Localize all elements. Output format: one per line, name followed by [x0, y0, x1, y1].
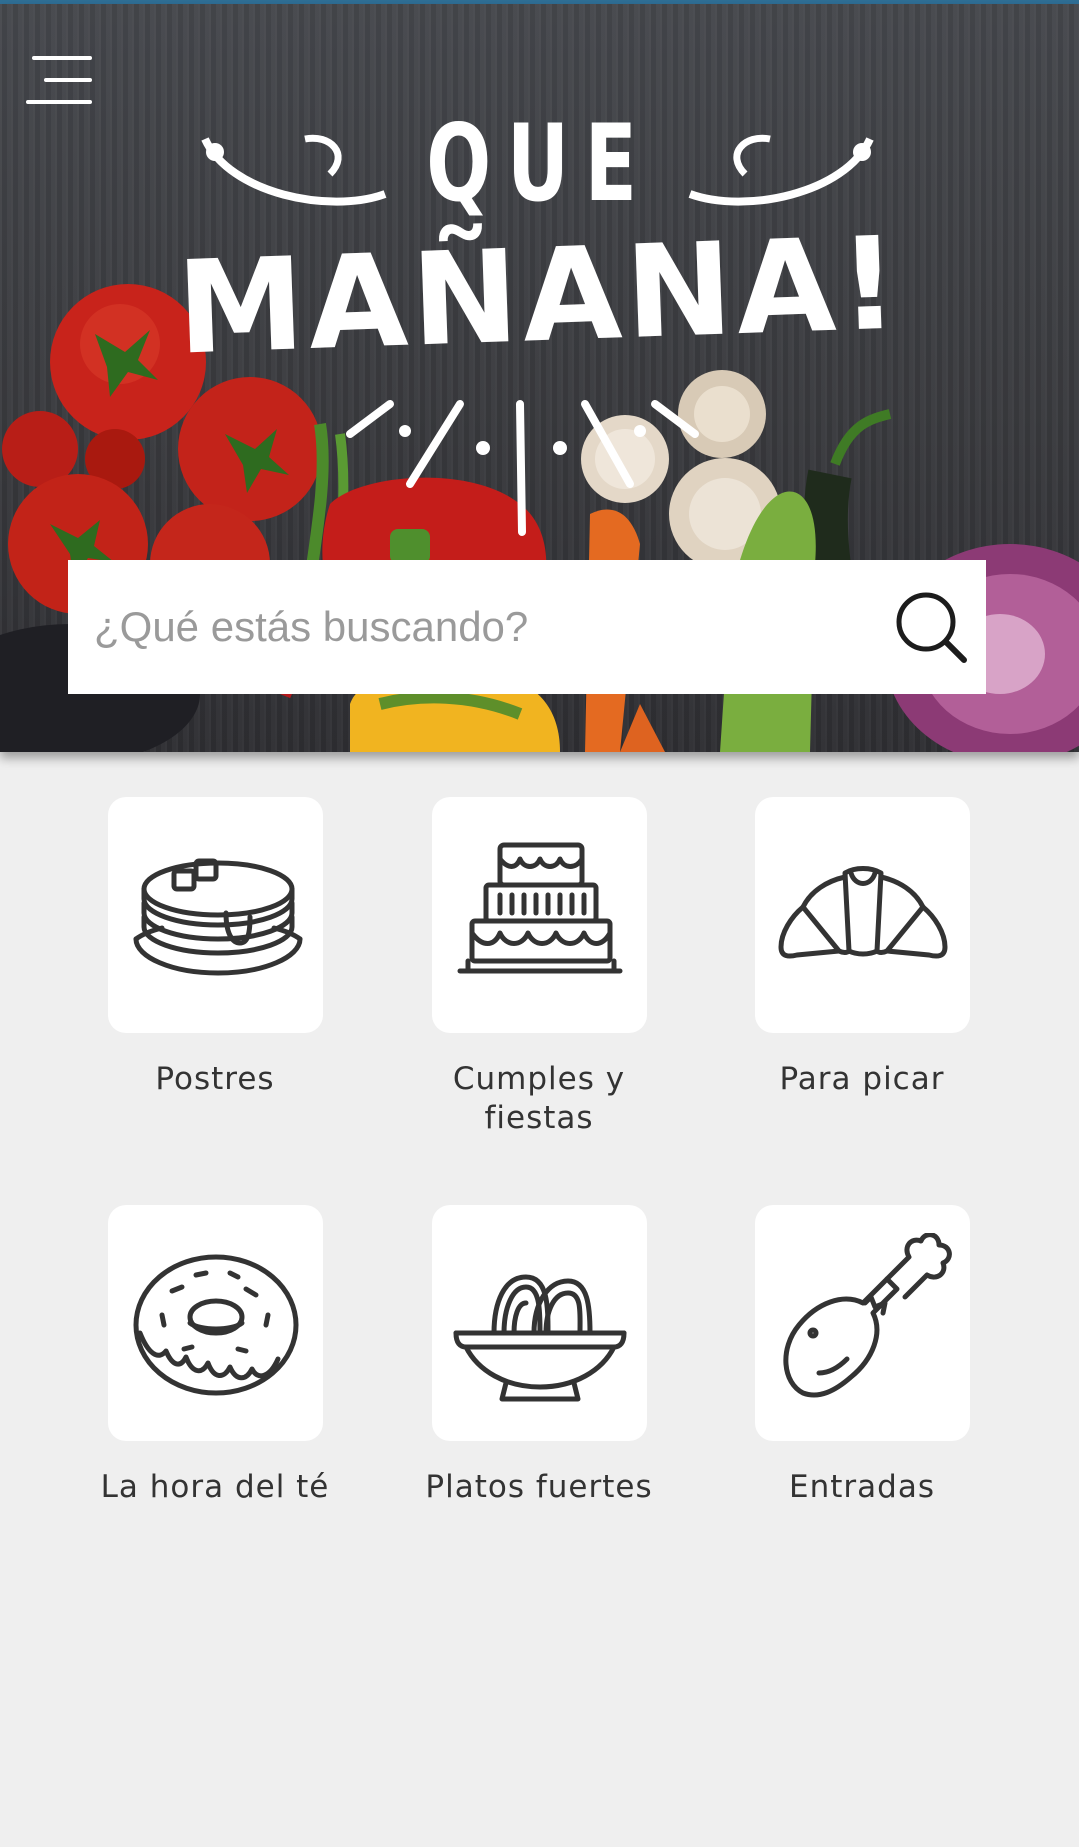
pancakes-icon [133, 858, 302, 976]
pasta-bowl-icon [453, 1274, 626, 1402]
category-label: Cumples y fiestas [452, 1061, 626, 1136]
croissant-icon [778, 866, 947, 959]
search-icon[interactable] [894, 590, 970, 666]
category-label: Postres [155, 1061, 275, 1097]
logo-line1: QUE [426, 102, 653, 225]
search-input[interactable] [94, 560, 914, 694]
search-bar [68, 560, 986, 694]
category-label: Entradas [789, 1469, 935, 1505]
category-label: Para picar [779, 1061, 945, 1097]
cake-icon [457, 842, 622, 974]
category-tile-cumples[interactable] [432, 797, 647, 1033]
hamburger-menu-icon[interactable] [24, 52, 94, 108]
category-tile-postres[interactable] [108, 797, 323, 1033]
category-tile-para-picar[interactable] [755, 797, 970, 1033]
chicken-leg-icon [783, 1233, 952, 1398]
category-label: La hora del té [100, 1469, 330, 1505]
donut-icon [133, 1254, 298, 1396]
category-tile-la-hora-del-te[interactable] [108, 1205, 323, 1441]
category-label: Platos fuertes [425, 1469, 653, 1505]
category-tile-entradas[interactable] [755, 1205, 970, 1441]
category-tile-platos-fuertes[interactable] [432, 1205, 647, 1441]
